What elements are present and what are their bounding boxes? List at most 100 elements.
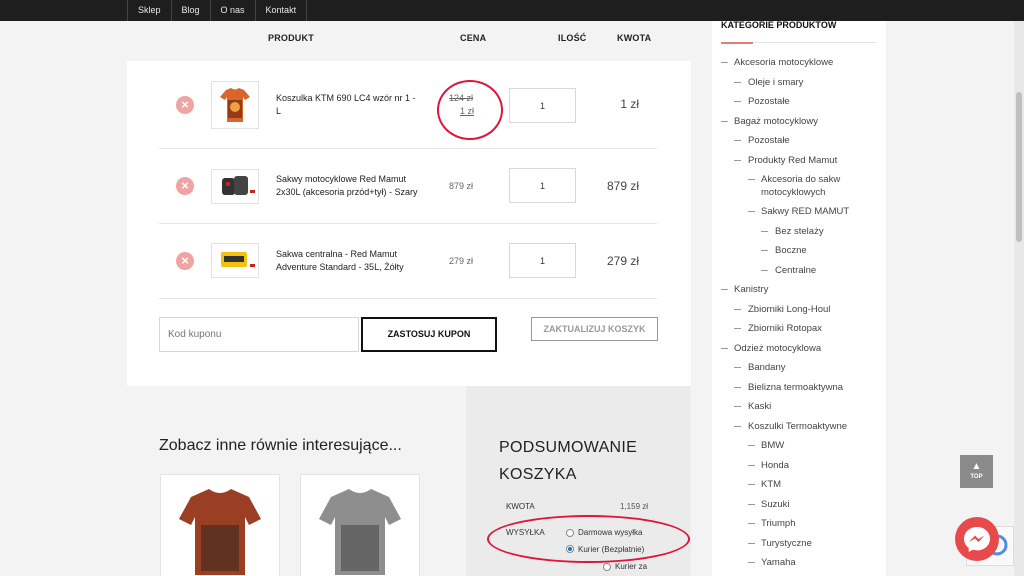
- nav-link-o-nas[interactable]: O nas: [209, 0, 255, 21]
- related-product-card[interactable]: [160, 474, 280, 576]
- category-link[interactable]: Bez stelaży: [775, 225, 868, 238]
- category-link[interactable]: Turystyczne: [761, 537, 868, 550]
- category-link[interactable]: Bagaż motocyklowy: [734, 115, 868, 128]
- summary-amount-label: KWOTA: [506, 502, 535, 511]
- category-dash: [748, 211, 755, 212]
- coupon-input[interactable]: [159, 317, 359, 352]
- shipping-option-courier-free[interactable]: Kurier (Bezpłatnie): [578, 545, 644, 554]
- category-dash: [721, 289, 728, 290]
- category-dash: [721, 347, 728, 349]
- price-current: 279 zł: [449, 256, 474, 266]
- category-dash: [734, 386, 741, 388]
- remove-item-button[interactable]: ×: [176, 252, 194, 270]
- category-dash: [721, 120, 728, 122]
- product-thumbnail[interactable]: [211, 81, 259, 129]
- sidebar-divider-accent: [721, 42, 753, 44]
- category-dash: [761, 250, 768, 251]
- remove-item-button[interactable]: ×: [176, 177, 194, 195]
- shipping-radio-courier-paid[interactable]: [603, 563, 611, 571]
- product-name-link[interactable]: Sakwy motocyklowe Red Mamut 2x30L (akces…: [276, 173, 421, 199]
- category-link[interactable]: Zbiorniki Long-Houl: [748, 303, 868, 316]
- cart-row: × Sakwy motocyklowe Red Mamut 2x30L (akc…: [159, 149, 657, 224]
- category-dash: [748, 445, 755, 446]
- category-link[interactable]: Kaski: [748, 400, 868, 413]
- shipping-option-free[interactable]: Darmowa wysyłka: [578, 528, 642, 537]
- category-link[interactable]: Honda: [761, 459, 868, 472]
- category-link[interactable]: Bielizna termoaktywna: [748, 381, 868, 394]
- messenger-chat-button[interactable]: [955, 517, 999, 561]
- product-thumbnail[interactable]: [211, 169, 259, 204]
- category-dash: [748, 542, 755, 544]
- category-dash: [748, 484, 755, 485]
- product-thumbnail[interactable]: [211, 243, 259, 278]
- cart-table-header: PRODUKT CENA ILOŚĆ KWOTA: [127, 21, 691, 61]
- back-to-top-button[interactable]: ▲ TOP: [960, 455, 993, 488]
- product-name-link[interactable]: Sakwa centralna - Red Mamut Adventure St…: [276, 248, 421, 274]
- shipping-radio-free[interactable]: [566, 529, 574, 537]
- category-dash: [734, 308, 741, 310]
- category-link[interactable]: Triumph: [761, 517, 868, 530]
- category-link[interactable]: Zbiorniki Rotopax: [748, 322, 868, 335]
- category-link[interactable]: Boczne: [775, 244, 868, 257]
- category-dash: [734, 328, 741, 329]
- category-link[interactable]: Yamaha: [761, 556, 868, 569]
- shipping-option-courier-paid[interactable]: Kurier za: [615, 562, 647, 571]
- grey-tshirt-icon: [319, 489, 401, 575]
- category-sidebar: KATEGORIE PRODUKTÓW Akcesoria motocyklow…: [712, 0, 886, 576]
- category-link[interactable]: Sakwy RED MAMUT: [761, 205, 868, 218]
- shipping-radio-courier-free[interactable]: [566, 545, 574, 553]
- category-link[interactable]: BMW: [761, 439, 868, 452]
- yellow-bag-icon: [221, 252, 255, 267]
- category-dash: [734, 367, 741, 368]
- price-current: 1 zł: [460, 106, 475, 116]
- top-nav-bar: Sklep Blog O nas Kontakt: [0, 0, 1024, 21]
- back-to-top-label: TOP: [970, 474, 983, 480]
- category-link[interactable]: Produkty Red Mamut: [748, 154, 868, 167]
- category-dash: [734, 101, 741, 102]
- category-link[interactable]: Oleje i smary: [748, 76, 868, 89]
- category-link[interactable]: Odzież motocyklowa: [734, 342, 868, 355]
- arrow-up-icon: ▲: [971, 461, 982, 472]
- rust-tshirt-icon: [179, 489, 261, 575]
- header-quantity: ILOŚĆ: [558, 33, 587, 43]
- cart-row: × Koszulka KTM 690 LC4 wzór nr 1 - L 124…: [159, 69, 657, 149]
- category-link[interactable]: Akcesoria do sakw motocyklowych: [761, 173, 868, 199]
- messenger-icon: [964, 527, 990, 552]
- category-link[interactable]: Koszulki Termoaktywne: [748, 420, 868, 433]
- remove-item-button[interactable]: ×: [176, 96, 194, 114]
- price-old: 124 zł: [449, 93, 474, 103]
- category-dash: [761, 230, 768, 232]
- category-dash: [761, 269, 768, 271]
- category-dash: [734, 406, 741, 407]
- page-scrollbar[interactable]: [1014, 0, 1024, 576]
- cart-row: × Sakwa centralna - Red Mamut Adventure …: [159, 224, 657, 299]
- category-link[interactable]: Pozostałe: [748, 134, 868, 147]
- scrollbar-thumb[interactable]: [1016, 92, 1022, 242]
- apply-coupon-button[interactable]: ZASTOSUJ KUPON: [361, 317, 497, 352]
- orange-tshirt-icon: [220, 88, 250, 122]
- category-link[interactable]: Bandany: [748, 361, 868, 374]
- category-link[interactable]: Kanistry: [734, 283, 868, 296]
- category-link[interactable]: Akcesoria motocyklowe: [734, 56, 868, 69]
- quantity-input[interactable]: [509, 88, 576, 123]
- category-link[interactable]: Pozostałe: [748, 95, 868, 108]
- category-dash: [748, 464, 755, 466]
- category-dash: [734, 81, 741, 83]
- header-amount: KWOTA: [617, 33, 652, 43]
- category-dash: [734, 140, 741, 141]
- update-cart-button[interactable]: ZAKTUALIZUJ KOSZYK: [531, 317, 658, 341]
- category-dash: [721, 62, 728, 63]
- related-product-card[interactable]: [300, 474, 420, 576]
- quantity-input[interactable]: [509, 243, 576, 278]
- category-dash: [734, 159, 741, 161]
- quantity-input[interactable]: [509, 168, 576, 203]
- category-link[interactable]: Suzuki: [761, 498, 868, 511]
- summary-amount-value: 1,159 zł: [620, 502, 649, 511]
- nav-link-blog[interactable]: Blog: [170, 0, 210, 21]
- nav-link-sklep[interactable]: Sklep: [127, 0, 171, 21]
- category-dash: [748, 503, 755, 505]
- category-link[interactable]: Centralne: [775, 264, 868, 277]
- product-name-link[interactable]: Koszulka KTM 690 LC4 wzór nr 1 - L: [276, 92, 421, 118]
- nav-link-kontakt[interactable]: Kontakt: [254, 0, 308, 21]
- category-link[interactable]: KTM: [761, 478, 868, 491]
